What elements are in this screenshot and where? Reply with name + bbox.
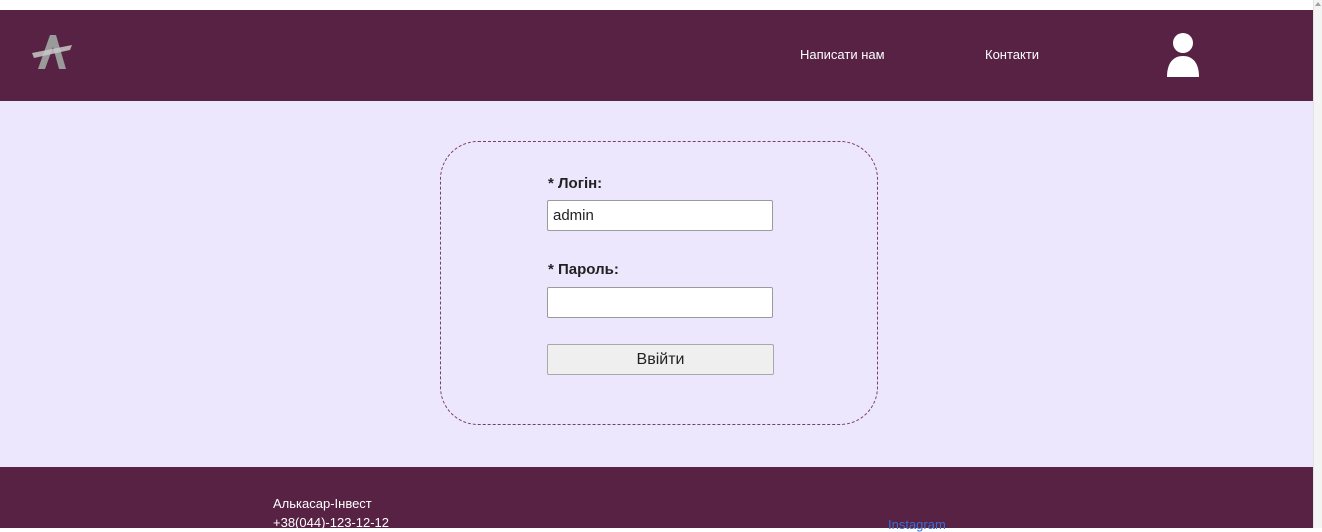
footer: Алькасар-Інвест +38(044)-123-12-12 Insta… — [0, 467, 1313, 532]
header-bar: Написати нам Контакти — [0, 10, 1313, 101]
login-form: * Логін: * Пароль: Ввійти — [440, 141, 878, 425]
password-label: * Пароль: — [548, 261, 619, 278]
vertical-scrollbar[interactable] — [1313, 0, 1322, 528]
footer-company-name: Алькасар-Інвест — [273, 496, 372, 511]
nav-write-us-link[interactable]: Написати нам — [800, 47, 885, 62]
password-input[interactable] — [547, 287, 773, 318]
page: Написати нам Контакти * Логін: * Пароль:… — [0, 10, 1313, 532]
nav-contacts-link[interactable]: Контакти — [985, 47, 1039, 62]
logo-icon[interactable] — [30, 31, 74, 75]
user-profile-icon[interactable] — [1164, 32, 1202, 78]
login-input[interactable] — [547, 200, 773, 231]
scroll-up-arrow-icon[interactable] — [1315, 2, 1321, 6]
submit-button[interactable]: Ввійти — [547, 344, 774, 375]
login-label: * Логін: — [548, 175, 603, 192]
footer-instagram-link[interactable]: Instagram — [888, 517, 946, 532]
